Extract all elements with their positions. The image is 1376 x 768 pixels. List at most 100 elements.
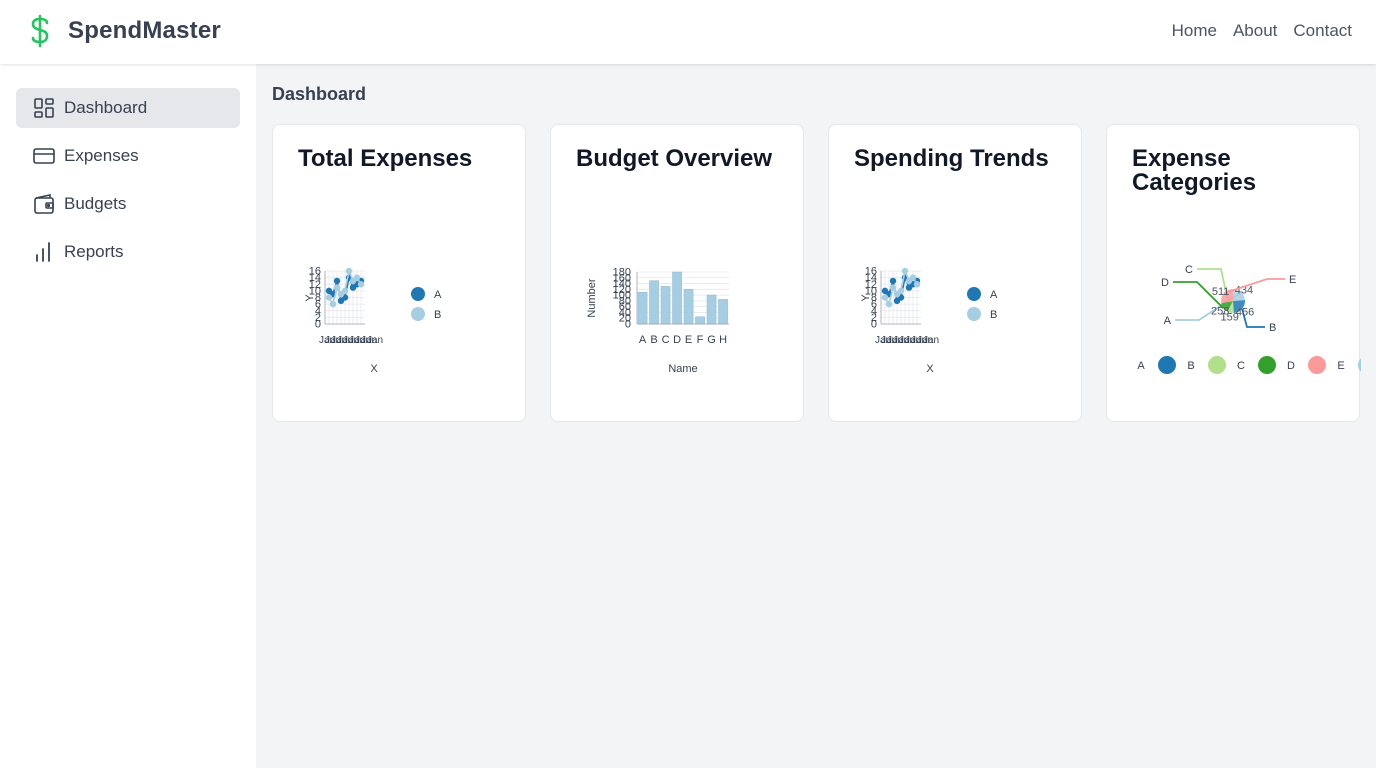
legend-marker: [1358, 358, 1361, 372]
spending-trends-card: Spending Trends 0 2 4 6 8 10 12 14 16 Jan Jan Jan Ja…: [828, 124, 1082, 422]
expense-categories-chart: A434B456C159D258E511A B C D E: [1137, 264, 1361, 374]
y-axis-title: Y: [304, 294, 316, 302]
data-point-B: [353, 274, 361, 281]
total-expenses-card: Total Expenses 0 2 4 6 8 10 12 14 16 Jan Jan Jan Jan…: [272, 124, 526, 422]
legend-label: C: [1237, 360, 1245, 372]
nav-link-contact[interactable]: Contact: [1293, 21, 1352, 41]
category-label: A: [1164, 315, 1172, 327]
x-tick-label: G: [707, 334, 716, 346]
y-tick-label: 16: [865, 266, 877, 278]
dashboard-icon: [32, 96, 56, 120]
main-content: Dashboard Total Expenses 0 2 4 6 8 10 12 14 16 Ja…: [256, 64, 1376, 768]
category-label: E: [1289, 274, 1296, 286]
budget-overview-chart: 020406080100120140160180A B C D E F G HNumberNa…: [586, 267, 729, 375]
x-tick-label: Jan: [367, 335, 383, 346]
legend-label: B: [1187, 360, 1194, 372]
sidebar-item-label: Expenses: [64, 146, 139, 165]
data-point-B: [897, 287, 905, 295]
x-tick-label: B: [650, 334, 657, 346]
y-axis-title: Number: [586, 278, 598, 317]
legend-label: A: [990, 289, 998, 301]
data-point-B: [325, 294, 333, 301]
legend-marker: [1158, 356, 1176, 374]
y-axis-title: Y: [860, 294, 872, 302]
category-label: B: [1269, 322, 1276, 334]
dollar-icon: [26, 14, 54, 48]
credit-card-icon: [32, 144, 56, 168]
y-tick-label: 16: [309, 266, 321, 278]
data-point-B: [881, 294, 889, 301]
x-axis-title: X: [926, 363, 934, 375]
bar-A: [637, 291, 648, 325]
bar-chart-icon: [32, 240, 56, 264]
x-tick-label: Jan: [923, 335, 939, 346]
bar-G: [706, 294, 717, 325]
nav-link-home[interactable]: Home: [1172, 21, 1217, 41]
legend-label: A: [1137, 360, 1145, 372]
sidebar-item-reports[interactable]: Reports: [16, 232, 240, 272]
card-grid: Total Expenses 0 2 4 6 8 10 12 14 16 Jan Jan Jan Jan…: [272, 124, 1361, 422]
sidebar-item-label: Reports: [64, 242, 124, 261]
legend-label: B: [990, 309, 997, 321]
x-tick-label: D: [673, 334, 681, 346]
data-point-A: [333, 277, 341, 285]
y-tick-label: 180: [613, 267, 631, 279]
nav-link-about[interactable]: About: [1233, 21, 1277, 41]
data-point-B: [909, 274, 917, 281]
sidebar-item-expenses[interactable]: Expenses: [16, 136, 240, 176]
bar-B: [649, 280, 659, 325]
legend-label: E: [1337, 360, 1344, 372]
data-point-B: [885, 300, 893, 308]
legend-marker-A: [967, 287, 981, 301]
wallet-icon: [32, 192, 56, 216]
x-axis-title: Name: [668, 363, 697, 375]
bar-C: [660, 286, 671, 325]
x-tick-label: E: [685, 334, 692, 346]
legend-marker: [1208, 356, 1226, 374]
data-point-B: [333, 284, 341, 291]
x-tick-label: H: [719, 334, 727, 346]
data-point-B: [357, 281, 365, 288]
x-tick-label: C: [662, 334, 670, 346]
sidebar-item-label: Dashboard: [64, 98, 148, 117]
x-tick-label: F: [697, 334, 704, 346]
legend-marker-A: [411, 287, 425, 301]
budget-overview-card: Budget Overview 0 20 40 60 80 100 120 140 160 180…: [550, 124, 804, 422]
total-expenses-chart: 0246810121416JanJanJanJanJanJanJanJanJan…: [304, 266, 442, 376]
x-tick-label: A: [639, 334, 647, 346]
brand[interactable]: SpendMaster: [26, 14, 221, 48]
legend-label: B: [434, 309, 441, 321]
bar-E: [683, 289, 694, 325]
bar-D: [672, 271, 682, 325]
sidebar-item-label: Budgets: [64, 194, 127, 213]
app-name: SpendMaster: [68, 17, 221, 44]
value-label: 258: [1211, 306, 1229, 318]
value-label: 511: [1212, 286, 1230, 298]
page-title: Dashboard: [272, 84, 367, 104]
x-axis-title: X: [370, 363, 378, 375]
legend-marker-B: [411, 307, 425, 321]
sidebar-item-dashboard[interactable]: Dashboard: [16, 88, 240, 128]
top-navbar: SpendMaster Home About Contact: [0, 0, 1376, 64]
data-point-A: [889, 277, 897, 285]
legend-label: A: [434, 289, 442, 301]
data-point-B: [889, 284, 897, 291]
data-point-B: [913, 281, 921, 288]
legend-label: D: [1287, 360, 1295, 372]
bar-H: [718, 299, 728, 325]
bar-F: [695, 316, 705, 325]
legend-marker: [1258, 356, 1276, 374]
data-point-B: [901, 267, 909, 275]
top-nav: Home About Contact: [1172, 21, 1352, 41]
data-point-B: [345, 267, 353, 275]
leader-line: [1223, 278, 1285, 295]
legend-marker-B: [967, 307, 981, 321]
sidebar: Dashboard Expenses Budgets Reports: [0, 64, 256, 768]
category-label: C: [1185, 264, 1193, 276]
sidebar-item-budgets[interactable]: Budgets: [16, 184, 240, 224]
data-point-B: [329, 300, 337, 308]
spending-trends-chart: 0246810121416JanJanJanJanJanJanJanJanJan…: [860, 266, 998, 376]
category-label: D: [1161, 277, 1169, 289]
data-point-B: [341, 287, 349, 295]
expense-categories-card: Expense Categories A 434 B 456 C 159 D 258 E 511 A…: [1106, 124, 1361, 422]
